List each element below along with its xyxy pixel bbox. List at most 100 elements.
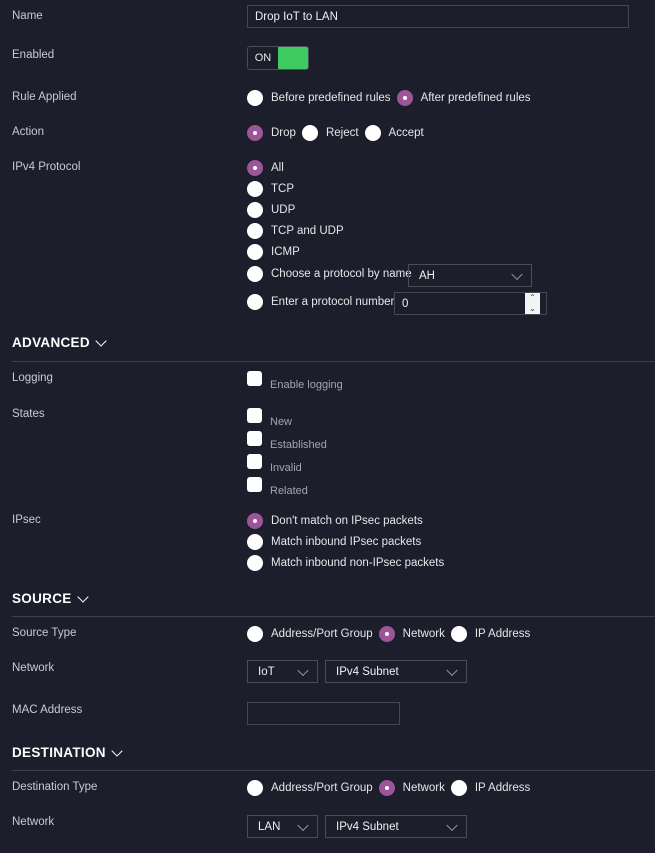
radio-label: Match inbound non-IPsec packets bbox=[271, 557, 445, 569]
radio-protocol-icmp[interactable] bbox=[247, 244, 263, 260]
toggle-knob bbox=[278, 47, 308, 69]
radio-dest-network[interactable] bbox=[378, 780, 395, 796]
radio-label: Accept bbox=[388, 127, 424, 139]
select-value: AH bbox=[419, 269, 435, 282]
logging-label: Logging bbox=[12, 372, 53, 384]
select-value: IoT bbox=[258, 665, 275, 678]
source-network-select[interactable]: IoT bbox=[247, 660, 318, 683]
ipv4-protocol-label: IPv4 Protocol bbox=[12, 161, 81, 173]
enabled-toggle[interactable]: ON bbox=[247, 46, 309, 70]
rule-applied-label: Rule Applied bbox=[12, 91, 77, 103]
radio-accept[interactable] bbox=[364, 125, 381, 141]
chevron-down-icon bbox=[76, 590, 89, 603]
divider bbox=[12, 770, 655, 771]
checkbox-label: New bbox=[270, 416, 293, 428]
chevron-down-icon bbox=[511, 268, 523, 280]
radio-label: Drop bbox=[271, 127, 296, 139]
state-invalid-checkbox[interactable] bbox=[247, 454, 262, 469]
section-title: SOURCE bbox=[12, 591, 72, 606]
destination-subnet-select[interactable]: IPv4 Subnet bbox=[325, 815, 467, 838]
checkbox-label: Related bbox=[270, 485, 308, 497]
chevron-down-icon bbox=[297, 664, 309, 676]
chevron-down-icon bbox=[446, 819, 458, 831]
destination-network-select[interactable]: LAN bbox=[247, 815, 318, 838]
radio-label: Enter a protocol number bbox=[271, 296, 395, 308]
mac-address-label: MAC Address bbox=[12, 704, 83, 716]
select-value: LAN bbox=[258, 820, 281, 833]
action-group: Drop Reject Accept bbox=[247, 124, 430, 142]
protocol-name-select[interactable]: AH bbox=[408, 264, 532, 287]
radio-drop[interactable] bbox=[247, 125, 263, 141]
state-related-checkbox[interactable] bbox=[247, 477, 262, 492]
number-spinner[interactable]: ⌃ ⌄ bbox=[525, 293, 540, 314]
source-subnet-select[interactable]: IPv4 Subnet bbox=[325, 660, 467, 683]
chevron-up-icon[interactable]: ⌃ bbox=[525, 293, 540, 304]
state-new-checkbox[interactable] bbox=[247, 408, 262, 423]
radio-protocol-tcp[interactable] bbox=[247, 181, 263, 197]
destination-section-toggle[interactable]: DESTINATION bbox=[12, 744, 123, 760]
radio-ipsec-inbound[interactable] bbox=[247, 534, 263, 550]
radio-source-ip-address[interactable] bbox=[450, 626, 467, 642]
radio-label: Reject bbox=[325, 127, 359, 139]
radio-ipsec-inbound-non[interactable] bbox=[247, 555, 263, 571]
section-title: DESTINATION bbox=[12, 745, 106, 760]
radio-label: UDP bbox=[271, 204, 296, 216]
chevron-down-icon bbox=[446, 664, 458, 676]
radio-before-predefined[interactable] bbox=[247, 90, 263, 106]
chevron-down-icon bbox=[297, 819, 309, 831]
name-input[interactable]: Drop IoT to LAN bbox=[247, 5, 629, 28]
rule-applied-group: Before predefined rules After predefined… bbox=[247, 89, 537, 107]
radio-label: Address/Port Group bbox=[271, 628, 373, 640]
radio-label: All bbox=[271, 162, 284, 174]
toggle-state-text: ON bbox=[254, 52, 272, 64]
ipsec-label: IPsec bbox=[12, 514, 41, 526]
radio-protocol-tcp-udp[interactable] bbox=[247, 223, 263, 239]
select-value: IPv4 Subnet bbox=[336, 665, 399, 678]
radio-label: Network bbox=[402, 628, 445, 640]
radio-label: Don't match on IPsec packets bbox=[271, 515, 423, 527]
checkbox-label: Enable logging bbox=[270, 379, 343, 391]
destination-network-label: Network bbox=[12, 816, 55, 828]
radio-source-address-port-group[interactable] bbox=[247, 626, 263, 642]
radio-label: TCP and UDP bbox=[271, 225, 344, 237]
radio-dest-address-port-group[interactable] bbox=[247, 780, 263, 796]
source-section-toggle[interactable]: SOURCE bbox=[12, 590, 89, 606]
radio-label: IP Address bbox=[474, 628, 531, 640]
action-label: Action bbox=[12, 126, 44, 138]
radio-reject[interactable] bbox=[301, 125, 318, 141]
radio-label: TCP bbox=[271, 183, 294, 195]
radio-label: Network bbox=[402, 782, 445, 794]
radio-after-predefined[interactable] bbox=[396, 90, 413, 106]
radio-protocol-all[interactable] bbox=[247, 160, 263, 176]
destination-type-label: Destination Type bbox=[12, 781, 98, 793]
advanced-section-toggle[interactable]: ADVANCED bbox=[12, 334, 107, 350]
radio-label: IP Address bbox=[474, 782, 531, 794]
radio-protocol-number[interactable] bbox=[247, 294, 263, 310]
radio-protocol-udp[interactable] bbox=[247, 202, 263, 218]
radio-label: ICMP bbox=[271, 246, 300, 258]
enable-logging-checkbox[interactable] bbox=[247, 371, 262, 386]
enabled-label: Enabled bbox=[12, 49, 55, 61]
name-label: Name bbox=[12, 10, 43, 22]
select-value: IPv4 Subnet bbox=[336, 820, 399, 833]
chevron-down-icon[interactable]: ⌄ bbox=[525, 304, 540, 315]
section-title: ADVANCED bbox=[12, 335, 90, 350]
state-established-checkbox[interactable] bbox=[247, 431, 262, 446]
checkbox-label: Established bbox=[270, 439, 327, 451]
source-network-label: Network bbox=[12, 662, 55, 674]
radio-ipsec-dont-match[interactable] bbox=[247, 513, 263, 529]
mac-address-input[interactable] bbox=[247, 702, 400, 725]
radio-protocol-by-name[interactable] bbox=[247, 266, 263, 282]
chevron-down-icon bbox=[111, 744, 123, 757]
radio-label: Address/Port Group bbox=[271, 782, 373, 794]
radio-label: Match inbound IPsec packets bbox=[271, 536, 422, 548]
source-type-label: Source Type bbox=[12, 627, 77, 639]
radio-source-network[interactable] bbox=[378, 626, 395, 642]
divider bbox=[12, 616, 655, 617]
radio-dest-ip-address[interactable] bbox=[450, 780, 467, 796]
radio-label: Before predefined rules bbox=[271, 92, 391, 104]
radio-label: After predefined rules bbox=[420, 92, 531, 104]
divider bbox=[12, 361, 655, 362]
radio-label: Choose a protocol by name bbox=[271, 268, 412, 280]
states-label: States bbox=[12, 408, 45, 420]
